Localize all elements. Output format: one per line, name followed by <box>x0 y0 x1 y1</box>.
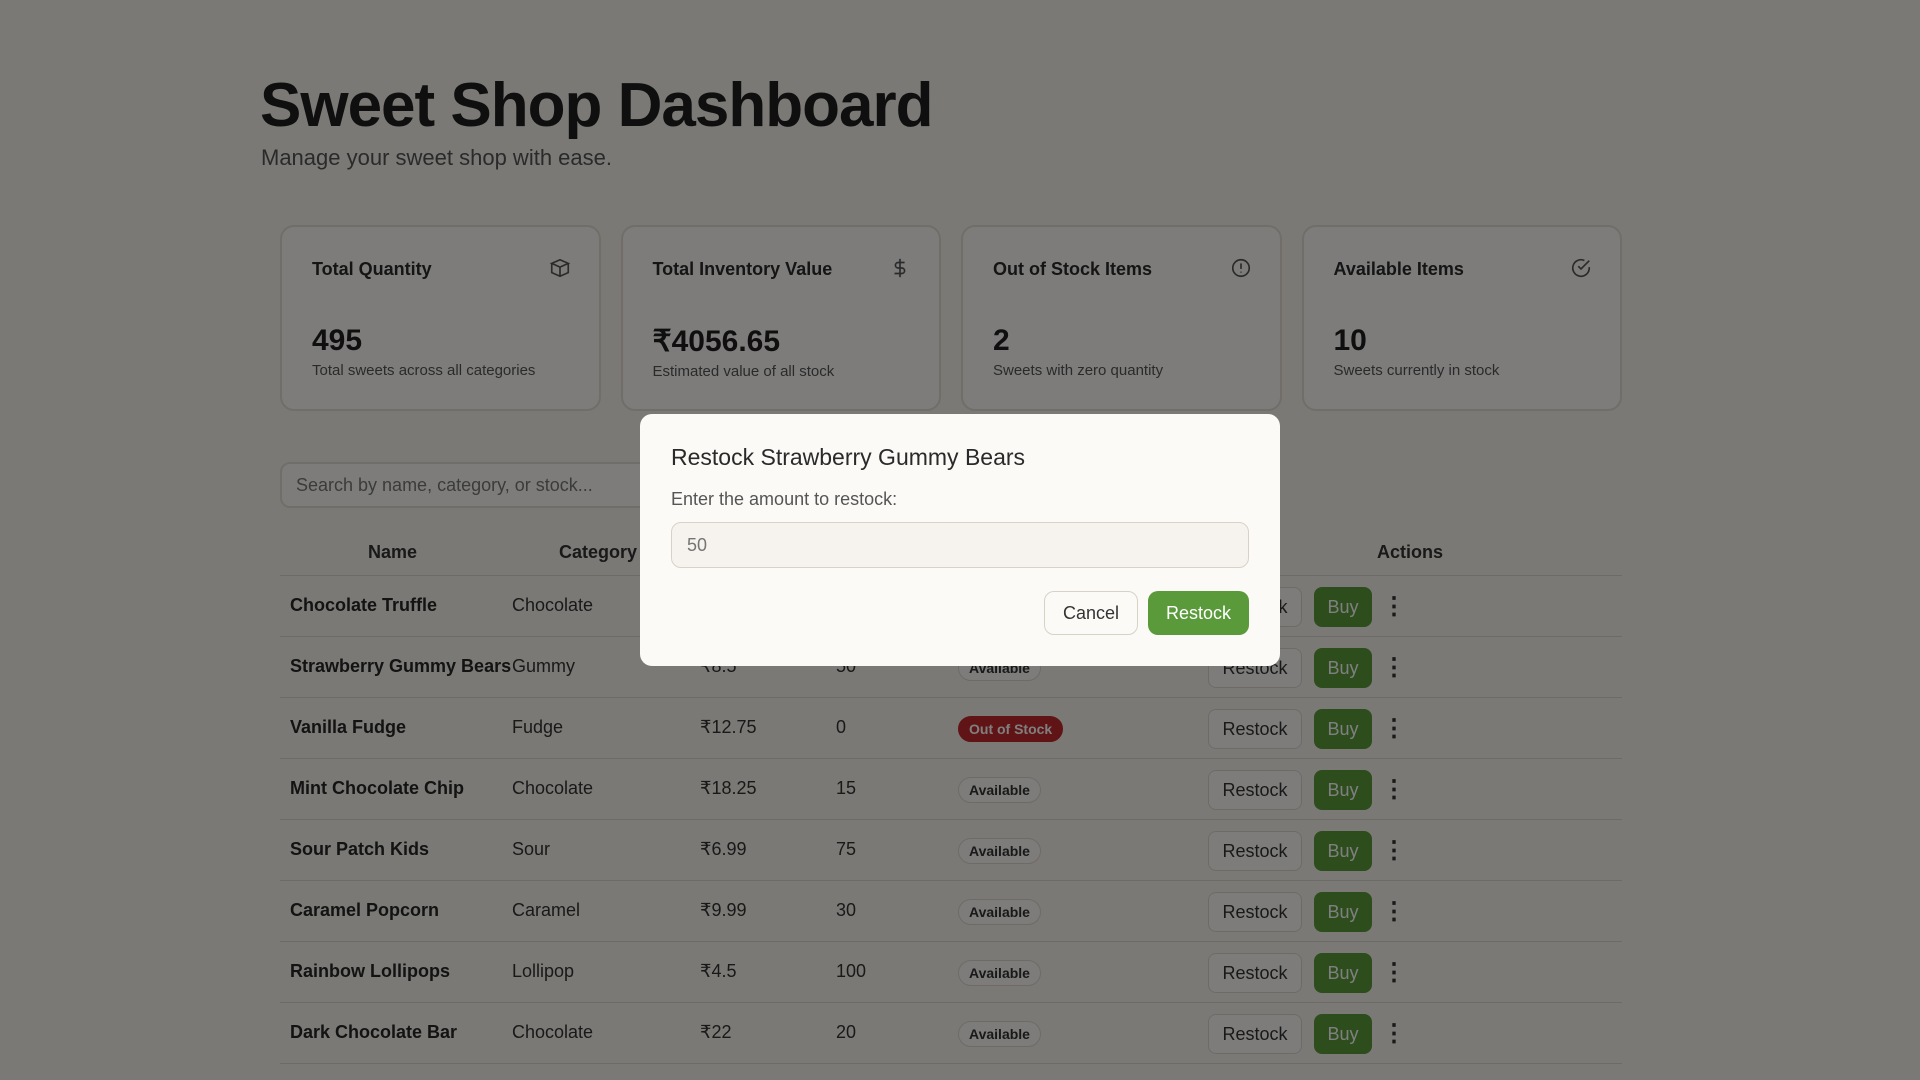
cancel-button[interactable]: Cancel <box>1044 591 1138 635</box>
confirm-restock-button[interactable]: Restock <box>1148 591 1249 635</box>
dialog-title: Restock Strawberry Gummy Bears <box>671 444 1026 470</box>
dialog-label: Enter the amount to restock: <box>671 489 898 509</box>
restock-dialog: Restock Strawberry Gummy Bears Enter the… <box>640 414 1280 666</box>
dialog-actions: Cancel Restock <box>1044 591 1249 635</box>
page: Sweet Shop Dashboard Manage your sweet s… <box>0 0 1920 1080</box>
restock-amount-input[interactable] <box>671 522 1249 568</box>
